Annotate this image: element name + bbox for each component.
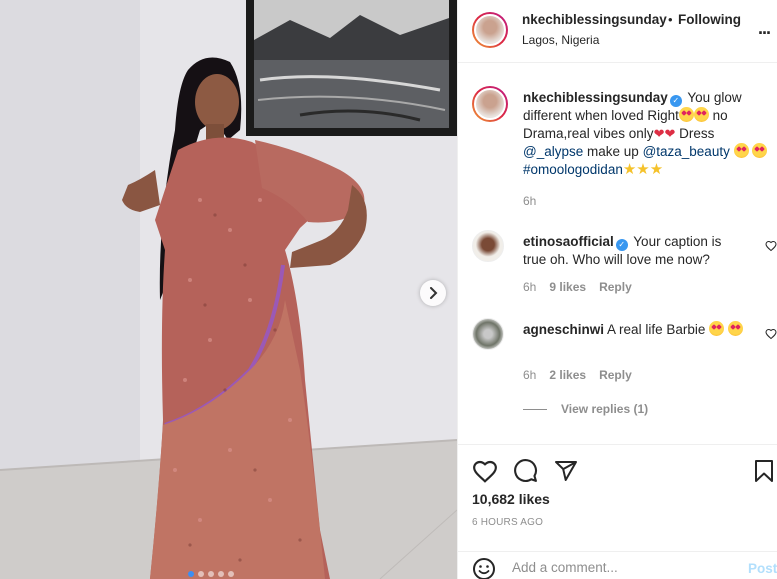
comment-username[interactable]: etinosaofficial — [523, 234, 614, 249]
carousel-dot — [228, 571, 234, 577]
post-time-ago[interactable]: 6 HOURS AGO — [472, 517, 543, 528]
comment-meta: 6h 9 likes Reply — [523, 280, 632, 294]
star-emoji-icon: ★ — [636, 161, 650, 178]
chevron-right-icon — [430, 287, 438, 299]
star-struck-emoji-icon — [709, 321, 725, 336]
comment-text: etinosaofficial ✓ Your caption is true oh… — [523, 233, 748, 269]
likes-count[interactable]: 10,682 likes — [472, 491, 550, 507]
follow-separator: • — [668, 12, 673, 27]
heart-emoji-icon: ❤ — [653, 126, 665, 141]
reply-button[interactable]: Reply — [599, 280, 632, 294]
hashtag-link[interactable]: #omoologodidan — [523, 162, 623, 177]
star-struck-emoji-icon — [733, 143, 749, 158]
comment-body: A real life Barbie — [607, 322, 706, 337]
comment-avatar[interactable] — [472, 318, 504, 350]
author-username[interactable]: nkechiblessingsunday — [522, 12, 667, 27]
post-actions: 10,682 likes 6 HOURS AGO Post — [458, 444, 777, 579]
star-emoji-icon: ★ — [649, 161, 664, 178]
heart-icon[interactable] — [472, 459, 498, 483]
comment-text: agneschinwi A real life Barbie — [523, 321, 748, 339]
star-emoji-icon: ★ — [622, 161, 637, 178]
comment-username[interactable]: agneschinwi — [523, 322, 604, 337]
post-comment-button[interactable]: Post — [748, 561, 777, 576]
verified-icon: ✓ — [669, 95, 682, 107]
more-icon[interactable]: ... — [758, 18, 771, 39]
caption-avatar[interactable] — [472, 86, 508, 122]
caption-username[interactable]: nkechiblessingsunday — [523, 90, 668, 105]
star-struck-emoji-icon — [727, 321, 743, 336]
emoji-icon[interactable] — [472, 557, 496, 579]
star-struck-emoji-icon — [752, 143, 768, 158]
comment-avatar[interactable] — [472, 230, 504, 262]
reply-button[interactable]: Reply — [599, 368, 632, 382]
post-location[interactable]: Lagos, Nigeria — [522, 33, 599, 47]
view-replies-button[interactable]: View replies (1) — [523, 402, 648, 416]
carousel-dot — [198, 571, 204, 577]
carousel-dot — [218, 571, 224, 577]
star-struck-emoji-icon — [678, 107, 694, 122]
author-avatar[interactable] — [472, 12, 508, 48]
carousel-dot-active — [188, 571, 194, 577]
heart-emoji-icon: ❤ — [664, 126, 676, 141]
caption-time[interactable]: 6h — [523, 194, 536, 208]
comment-meta: 6h 2 likes Reply — [523, 368, 632, 382]
heart-icon[interactable] — [765, 240, 777, 252]
verified-icon: ✓ — [615, 239, 628, 251]
comment-likes[interactable]: 9 likes — [549, 280, 586, 294]
comment-icon[interactable] — [513, 458, 538, 483]
comment-time[interactable]: 6h — [523, 280, 536, 294]
carousel-dot — [208, 571, 214, 577]
comment-time[interactable]: 6h — [523, 368, 536, 382]
caption-line-4: make up — [587, 144, 639, 159]
bookmark-icon[interactable] — [754, 459, 774, 483]
following-button[interactable]: Following — [678, 12, 741, 27]
comment-input[interactable] — [512, 560, 732, 575]
caption-text: nkechiblessingsunday ✓ You glow different… — [523, 89, 771, 179]
post-header: nkechiblessingsunday • Following Lagos, … — [458, 0, 777, 63]
comment-likes[interactable]: 2 likes — [549, 368, 586, 382]
caption-line-3: Dress — [679, 126, 715, 141]
share-icon[interactable] — [554, 459, 578, 483]
star-struck-emoji-icon — [693, 107, 709, 122]
photo-image — [0, 0, 457, 579]
mention-makeup[interactable]: @taza_beauty — [643, 144, 730, 159]
post-details-panel: nkechiblessingsunday • Following Lagos, … — [457, 0, 777, 579]
view-replies-label: View replies (1) — [561, 402, 649, 416]
post-photo[interactable] — [0, 0, 457, 579]
next-photo-button[interactable] — [420, 280, 446, 306]
add-comment-bar: Post — [458, 551, 777, 579]
heart-icon[interactable] — [765, 328, 777, 340]
replies-divider — [523, 408, 547, 410]
carousel-indicator — [188, 571, 234, 577]
mention-dress[interactable]: @_alypse — [523, 144, 583, 159]
